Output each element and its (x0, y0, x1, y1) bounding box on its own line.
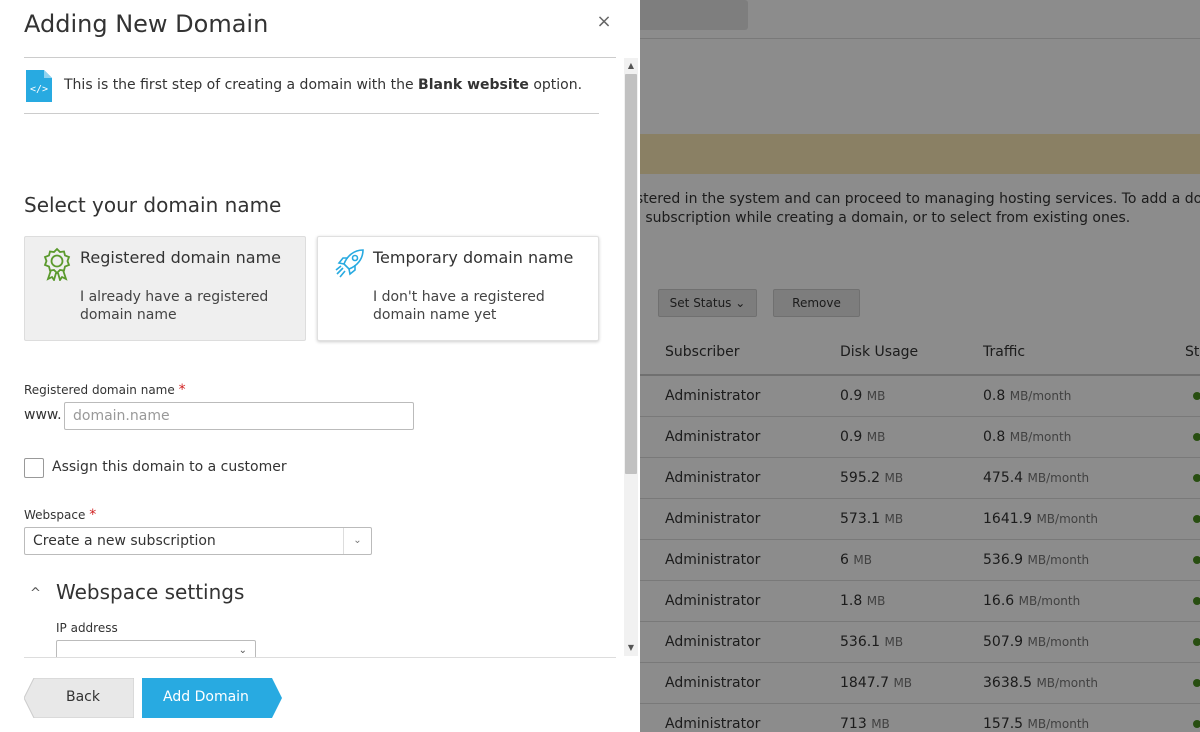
code-file-icon: </> (26, 70, 52, 102)
dialog-scrollbar[interactable]: ▲ ▼ (624, 58, 638, 656)
scroll-down-arrow-icon[interactable]: ▼ (624, 642, 638, 654)
info-text: This is the first step of creating a dom… (64, 77, 583, 93)
info-banner: </> This is the first step of creating a… (24, 58, 599, 114)
chevron-down-icon: ⌄ (343, 528, 371, 554)
temporary-card-title: Temporary domain name (373, 248, 574, 267)
chevron-down-icon: ⌄ (238, 645, 247, 656)
scrollbar-thumb[interactable] (625, 74, 637, 474)
blank-website-label: Blank website (418, 77, 529, 93)
temporary-card-description: I don't have a registered domain name ye… (373, 289, 545, 323)
chevron-up-icon[interactable]: ^ (30, 586, 41, 601)
footer-divider (24, 657, 616, 658)
webspace-settings-heading[interactable]: Webspace settings (56, 580, 244, 604)
add-domain-button[interactable]: Add Domain (142, 678, 282, 718)
registered-domain-card[interactable]: Registered domain name I already have a … (24, 236, 306, 341)
domain-name-label: Registered domain name * (24, 382, 186, 398)
add-domain-dialog: Adding New Domain × </> This is the firs… (0, 0, 640, 732)
back-button[interactable]: Back (24, 678, 134, 718)
www-prefix: www. (24, 407, 62, 423)
assign-customer-checkbox[interactable] (24, 458, 44, 478)
svg-text:</>: </> (30, 84, 48, 95)
ip-address-label: IP address (56, 621, 118, 635)
webspace-label: Webspace * (24, 507, 97, 523)
select-domain-heading: Select your domain name (24, 193, 282, 217)
award-badge-icon (43, 247, 71, 281)
dialog-scroll-area[interactable]: </> This is the first step of creating a… (0, 58, 640, 658)
temporary-domain-card[interactable]: Temporary domain name I don't have a reg… (317, 236, 599, 341)
rocket-icon (335, 249, 364, 278)
ip-address-select[interactable]: ⌄ (56, 640, 256, 658)
webspace-selected-value: Create a new subscription (33, 533, 216, 549)
dialog-title: Adding New Domain (24, 10, 269, 38)
assign-customer-label[interactable]: Assign this domain to a customer (52, 459, 287, 475)
registered-card-description: I already have a registered domain name (80, 289, 269, 323)
close-icon[interactable]: × (594, 12, 614, 32)
domain-name-input[interactable] (64, 402, 414, 430)
required-mark: * (178, 382, 186, 398)
registered-card-title: Registered domain name (80, 248, 281, 267)
webspace-select[interactable]: Create a new subscription ⌄ (24, 527, 372, 555)
add-domain-button-label: Add Domain (163, 689, 249, 705)
back-button-label: Back (66, 689, 100, 705)
required-mark: * (89, 507, 97, 523)
scroll-up-arrow-icon[interactable]: ▲ (624, 60, 638, 72)
